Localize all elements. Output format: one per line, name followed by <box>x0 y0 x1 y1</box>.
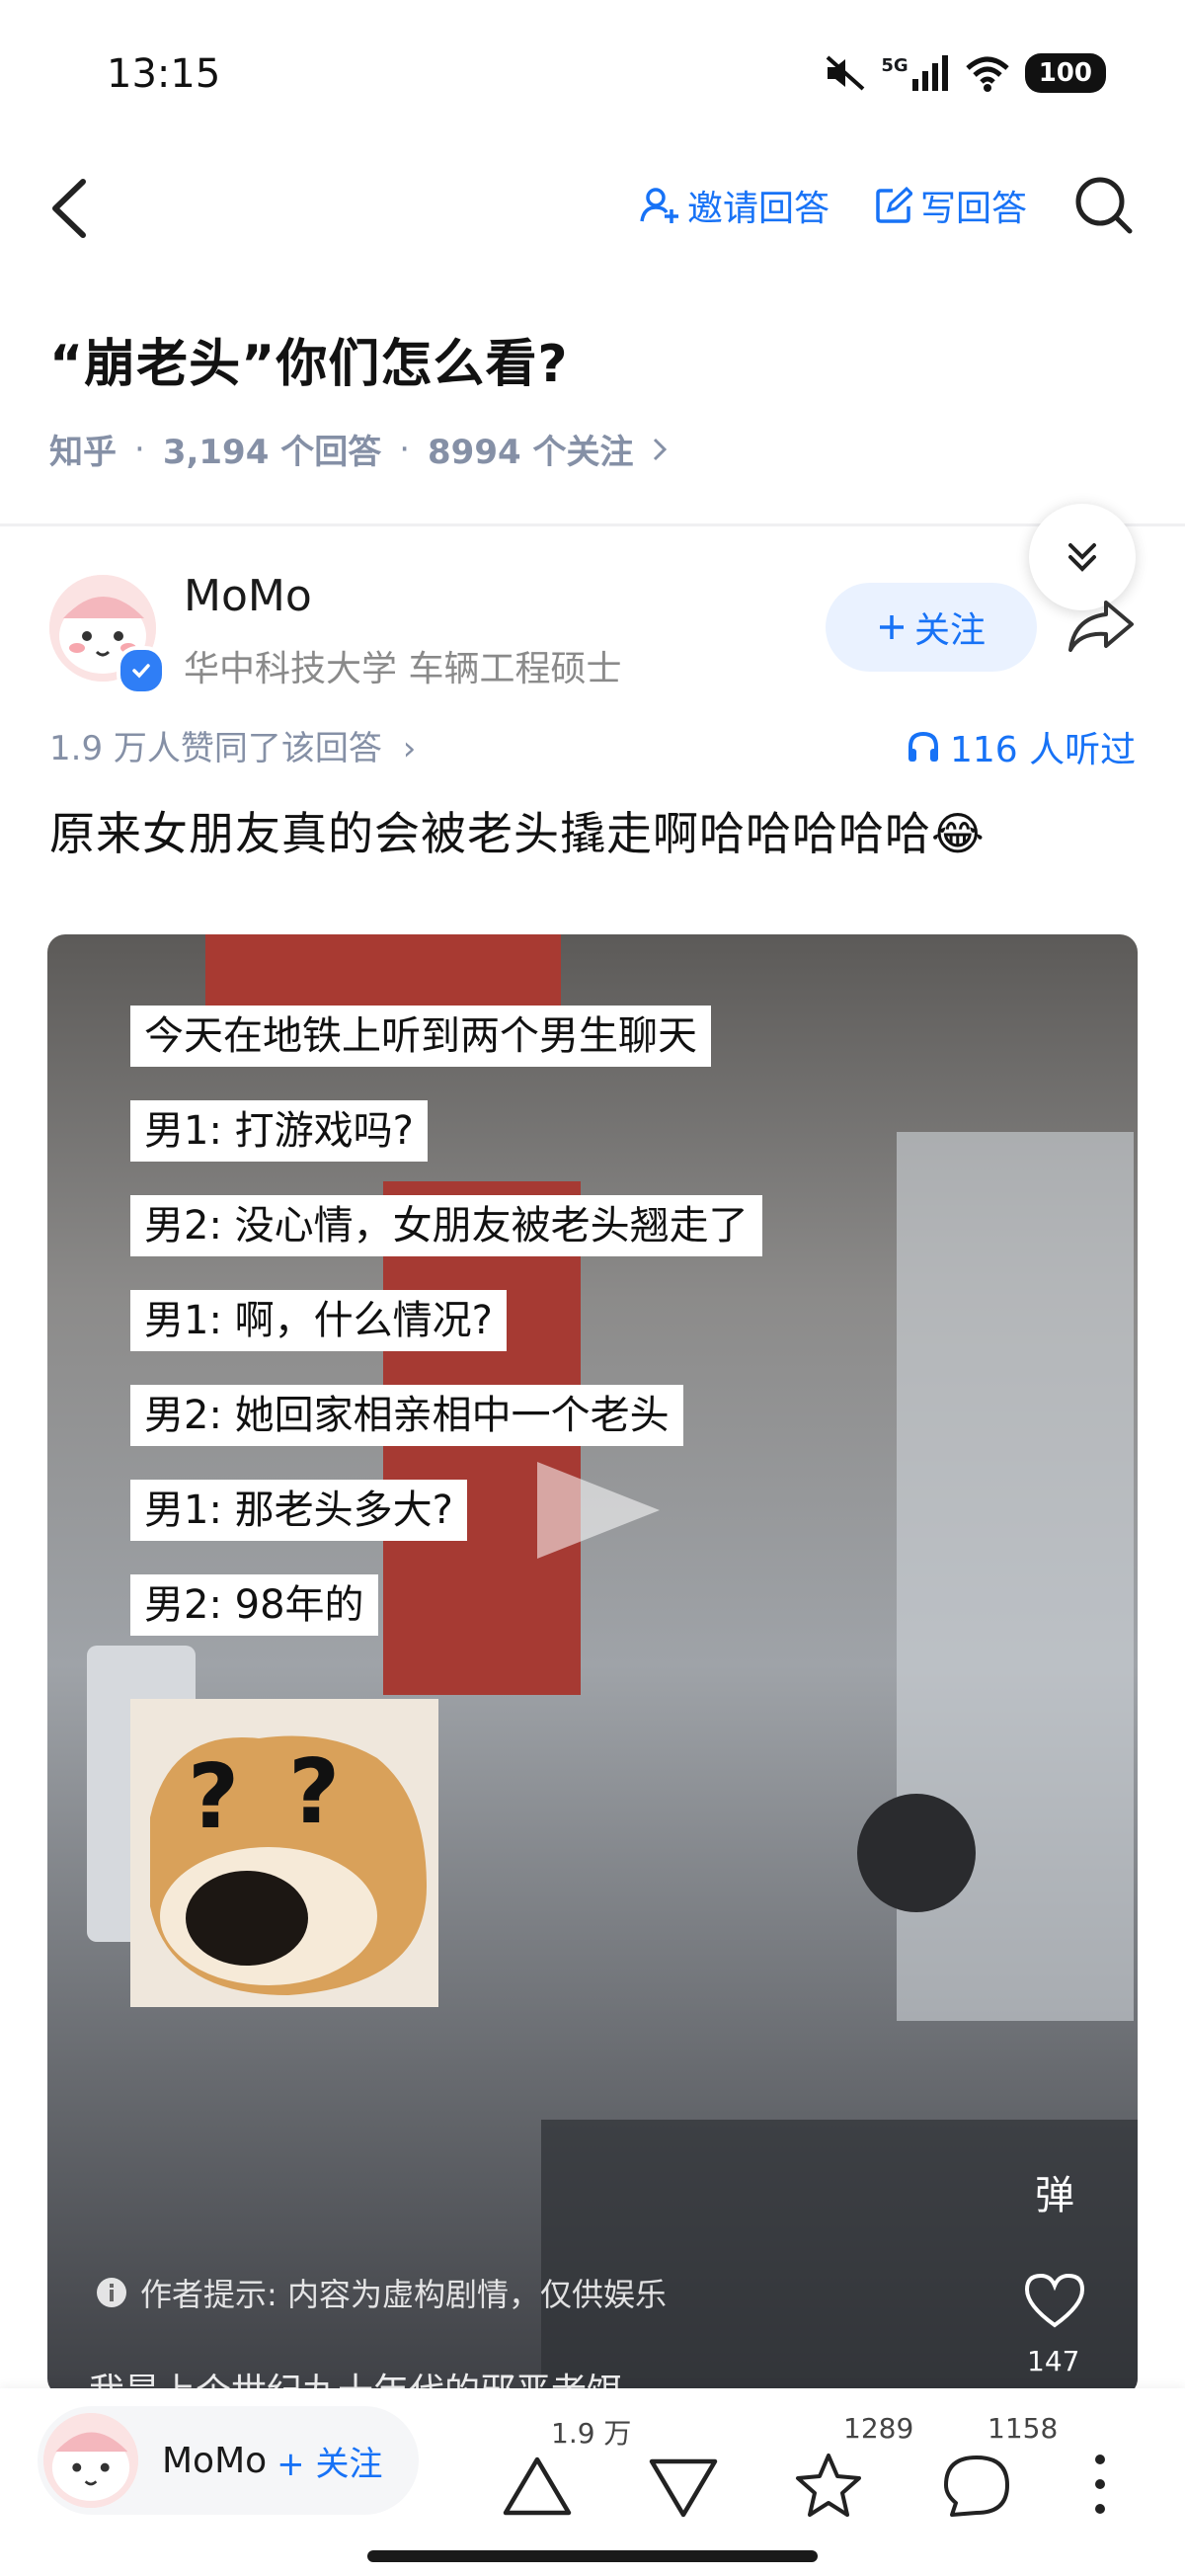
follower-count: 8994 个关注 <box>428 433 634 472</box>
svg-text:?: ? <box>188 1745 239 1849</box>
likes-text: 1.9 万人赞同了该回答 <box>49 729 382 768</box>
author-name[interactable]: MoMo <box>184 571 312 621</box>
svg-text:?: ? <box>288 1740 340 1844</box>
video-passenger <box>857 1794 976 1912</box>
search-icon <box>1075 177 1133 234</box>
section-divider <box>0 523 1185 526</box>
heart-icon <box>1024 2273 1085 2328</box>
author-tip-text: 作者提示: 内容为虚构剧情，仅供娱乐 <box>140 2276 667 2313</box>
video-caption: 男2: 没心情，女朋友被老头翘走了 <box>130 1195 762 1256</box>
play-icon <box>537 1462 660 1559</box>
likes-summary[interactable]: 1.9 万人赞同了该回答 › <box>49 721 416 769</box>
video-like-button[interactable] <box>1023 2272 1086 2329</box>
status-time: 13:15 <box>107 51 221 97</box>
edit-icon <box>876 187 912 223</box>
meta-separator: · <box>399 429 411 469</box>
status-icons: 5G 100 <box>824 53 1106 93</box>
video-caption: 今天在地铁上听到两个男生聊天 <box>130 1006 711 1067</box>
downvote-triangle-icon <box>649 2458 718 2518</box>
author-chip-avatar <box>43 2413 138 2508</box>
author-bio: 华中科技大学 车辆工程硕士 <box>184 649 622 689</box>
chevron-right-icon <box>654 438 668 460</box>
share-button[interactable] <box>1066 599 1136 654</box>
video-caption: 男2: 她回家相亲相中一个老头 <box>130 1385 683 1446</box>
author-tip: 作者提示: 内容为虚构剧情，仅供娱乐 <box>95 2270 667 2315</box>
favorite-button[interactable] <box>794 2452 863 2519</box>
question-meta[interactable]: 知乎 · 3,194 个回答 · 8994 个关注 <box>49 425 669 473</box>
follow-button[interactable]: 关注 <box>826 583 1037 672</box>
back-button[interactable] <box>43 174 95 243</box>
search-button[interactable] <box>1072 174 1136 237</box>
headphones-icon <box>908 731 938 762</box>
info-icon <box>97 2278 126 2307</box>
double-chevron-down-icon <box>1068 543 1096 572</box>
invite-answer-label: 邀请回答 <box>687 189 830 229</box>
signal-icon: 5G <box>881 55 949 91</box>
answer-text: 原来女朋友真的会被老头撬走啊哈哈哈哈哈😂 <box>49 807 986 860</box>
upvote-count: 1.9 万 <box>551 2417 632 2450</box>
home-indicator[interactable] <box>367 2550 818 2562</box>
mute-icon <box>824 53 867 93</box>
comment-count: 1158 <box>988 2412 1059 2445</box>
author-chip[interactable]: MoMo + 关注 <box>38 2406 419 2515</box>
comment-button[interactable] <box>942 2454 1011 2519</box>
invite-user-icon <box>640 188 678 223</box>
listen-count: 116 人听过 <box>950 730 1137 770</box>
write-answer-button[interactable]: 写回答 <box>875 180 1027 231</box>
answer-count: 3,194 个回答 <box>162 433 382 472</box>
play-button[interactable] <box>531 1456 670 1565</box>
video-like-count: 147 <box>1027 2345 1080 2377</box>
follow-label: 关注 <box>913 610 986 651</box>
more-vertical-icon <box>1095 2455 1105 2514</box>
video-caption: 男2: 98年的 <box>130 1574 378 1636</box>
question-source: 知乎 <box>49 433 117 472</box>
video-caption: 男1: 那老头多大? <box>130 1480 467 1541</box>
video-caption: 男1: 啊，什么情况? <box>130 1290 507 1351</box>
comment-bubble-icon <box>944 2455 1009 2517</box>
video-caption: 男1: 打游戏吗? <box>130 1100 428 1162</box>
verified-badge-icon <box>117 646 166 695</box>
author-chip-name: MoMo <box>162 2440 268 2481</box>
question-title[interactable]: “崩老头”你们怎么看? <box>49 322 569 396</box>
battery-indicator: 100 <box>1024 53 1106 93</box>
meta-separator: · <box>134 429 145 469</box>
more-button[interactable] <box>1090 2452 1110 2517</box>
wifi-icon <box>964 54 1011 92</box>
collapse-button[interactable] <box>1029 504 1136 610</box>
star-icon <box>796 2454 861 2517</box>
downvote-button[interactable] <box>648 2457 719 2521</box>
upvote-triangle-icon <box>503 2456 572 2516</box>
chevron-left-icon <box>52 179 86 238</box>
invite-answer-button[interactable]: 邀请回答 <box>640 180 830 231</box>
upvote-button[interactable] <box>502 2454 573 2517</box>
write-answer-label: 写回答 <box>920 189 1028 229</box>
chevron-right-icon: › <box>402 729 417 768</box>
danmaku-toggle[interactable]: 弹 <box>1035 2163 1074 2220</box>
network-label: 5G <box>881 55 908 76</box>
listen-button[interactable]: 116 人听过 <box>907 721 1136 772</box>
confused-dog-meme: ? ? <box>130 1699 438 2007</box>
favorite-count: 1289 <box>843 2412 914 2445</box>
share-icon <box>1068 601 1134 652</box>
author-chip-follow[interactable]: + 关注 <box>276 2437 382 2485</box>
plus-icon <box>879 615 904 639</box>
